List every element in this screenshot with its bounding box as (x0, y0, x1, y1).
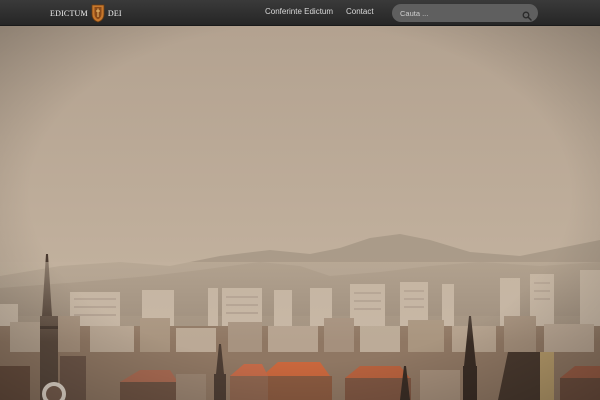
site-logo[interactable]: EDICTUM DEI (50, 2, 122, 24)
logo-text-right: DEI (107, 8, 122, 18)
search-input[interactable] (400, 4, 518, 22)
shield-crest-icon (91, 3, 105, 23)
nav-link-conferinte-edictum[interactable]: Conferinte Edictum (265, 7, 333, 16)
top-navbar: EDICTUM DEI Conferinte Edictum Contact (0, 0, 600, 26)
hero-city-image (0, 26, 600, 400)
search-box (392, 4, 538, 22)
search-icon[interactable] (522, 8, 532, 21)
logo-text-left: EDICTUM (50, 8, 88, 18)
nav-link-contact[interactable]: Contact (346, 7, 374, 16)
